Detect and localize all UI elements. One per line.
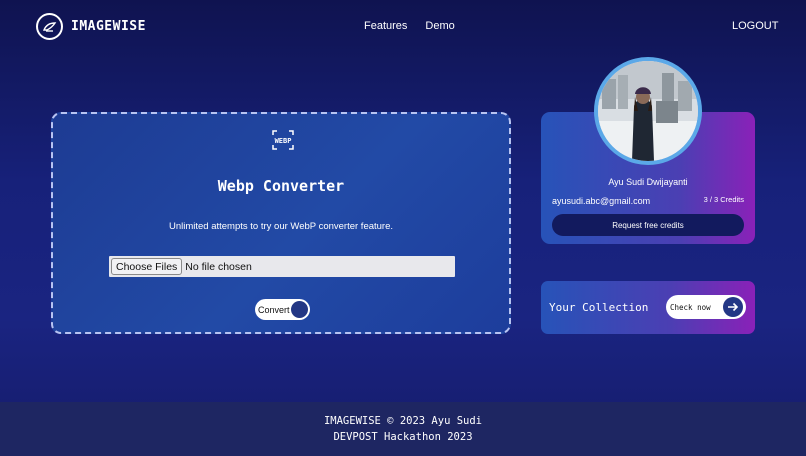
check-now-button[interactable]: Check now <box>666 295 746 319</box>
collection-title: Your Collection <box>549 301 649 314</box>
logout-link[interactable]: LOGOUT <box>732 20 778 32</box>
convert-knob <box>291 301 308 318</box>
footer: IMAGEWISE © 2023 Ayu Sudi DEVPOST Hackat… <box>0 402 806 456</box>
brand-name: IMAGEWISE <box>71 19 146 34</box>
nav-demo-link[interactable]: Demo <box>425 20 454 32</box>
avatar-photo <box>598 61 698 161</box>
footer-copyright: IMAGEWISE © 2023 Ayu Sudi <box>323 415 483 427</box>
svg-text:WEBP: WEBP <box>275 137 292 145</box>
credits-count: 3 / 3 Credits <box>703 195 744 204</box>
collection-card: Your Collection Check now <box>541 281 755 334</box>
brand-logo[interactable]: IMAGEWISE <box>36 13 146 40</box>
converter-description: Unlimited attempts to try our WebP conve… <box>168 221 394 232</box>
nav-features-link[interactable]: Features <box>364 20 407 32</box>
convert-toggle-button[interactable]: Convert <box>255 299 310 320</box>
webp-file-icon: WEBP <box>272 130 294 150</box>
check-now-label: Check now <box>670 302 711 312</box>
profile-name: Ayu Sudi Dwijayanti <box>608 177 688 187</box>
request-credits-button[interactable]: Request free credits <box>552 214 744 236</box>
arrow-right-icon <box>723 297 743 317</box>
top-navbar: IMAGEWISE Features Demo LOGOUT <box>0 0 806 54</box>
converter-title: Webp Converter <box>217 177 345 195</box>
choose-files-button[interactable]: Choose Files <box>111 258 183 275</box>
footer-event: DEVPOST Hackathon 2023 <box>333 431 473 443</box>
convert-label: Convert <box>258 304 290 315</box>
file-status-text: No file chosen <box>185 260 252 273</box>
webp-converter-card: WEBP Webp Converter Unlimited attempts t… <box>51 112 511 334</box>
profile-email: ayusudi.abc@gmail.com <box>552 196 651 206</box>
file-input[interactable]: Choose Files No file chosen <box>109 256 455 277</box>
brand-logo-icon <box>36 13 63 40</box>
main-nav: Features Demo <box>364 20 455 32</box>
avatar <box>594 57 702 165</box>
